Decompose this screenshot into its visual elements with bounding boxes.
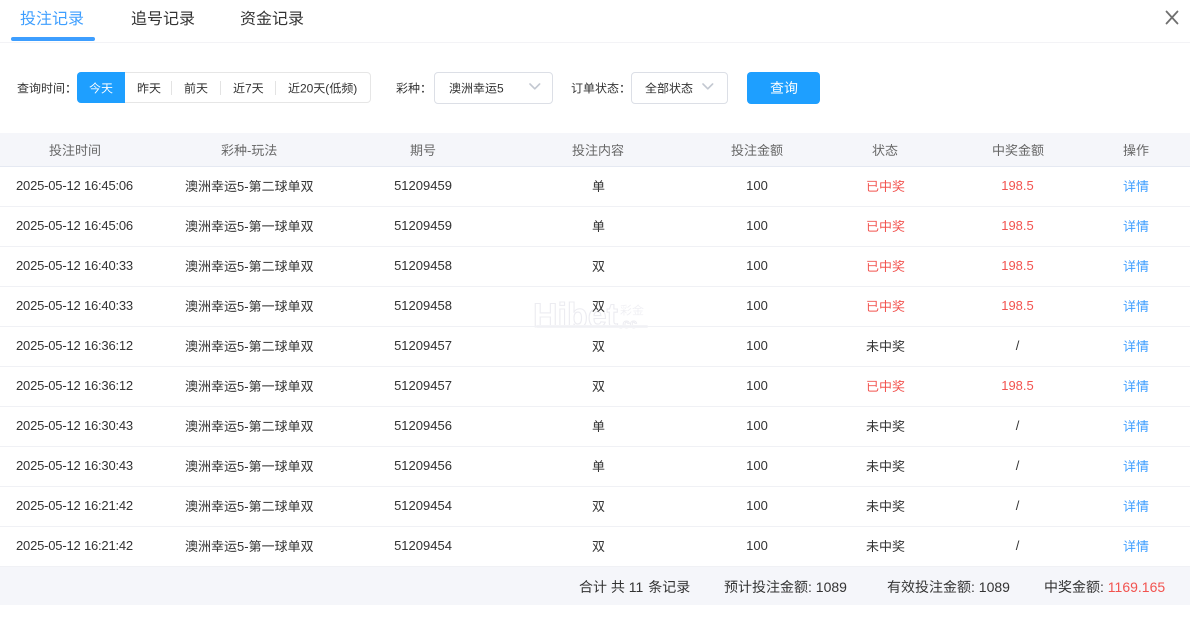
svg-text::: : — [971, 579, 975, 595]
svg-text:(: ( — [325, 81, 329, 95]
svg-text:5: 5 — [497, 81, 504, 95]
svg-text:5-: 5- — [237, 219, 249, 234]
svg-text:5-: 5- — [237, 419, 249, 434]
svg-text:5-: 5- — [237, 379, 249, 394]
svg-text:20: 20 — [300, 81, 314, 95]
svg-text:5-: 5- — [237, 299, 249, 314]
svg-text:1169.165: 1169.165 — [1108, 579, 1166, 595]
svg-text:1089: 1089 — [816, 579, 847, 595]
svg-text:1089: 1089 — [979, 579, 1010, 595]
svg-text::: : — [808, 579, 812, 595]
svg-text:): ) — [353, 81, 357, 95]
svg-text:5-: 5- — [237, 499, 249, 514]
svg-text:11: 11 — [628, 579, 643, 595]
svg-text:5-: 5- — [237, 179, 249, 194]
svg-text:5-: 5- — [237, 459, 249, 474]
svg-text:7: 7 — [245, 81, 252, 95]
svg-text:5-: 5- — [237, 259, 249, 274]
svg-text:5-: 5- — [237, 339, 249, 354]
svg-text::: : — [1100, 579, 1104, 595]
svg-text:5-: 5- — [237, 539, 249, 554]
svg-text:-: - — [247, 142, 251, 157]
